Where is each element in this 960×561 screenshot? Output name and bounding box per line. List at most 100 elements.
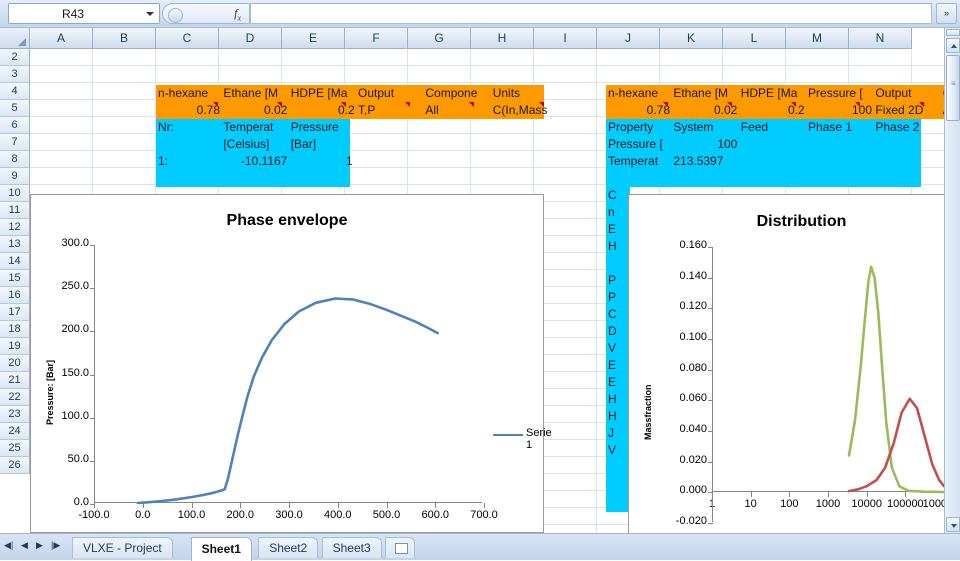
chart-distribution[interactable]: Distribution Massfraction -0.020 0.000 0.0… (628, 194, 960, 533)
side-cell-text: C (608, 188, 617, 202)
row-header-6[interactable]: 6 (0, 117, 30, 134)
row-header-19[interactable]: 19 (0, 338, 30, 355)
row-header-8[interactable]: 8 (0, 151, 30, 168)
row-header-21[interactable]: 21 (0, 372, 30, 389)
side-cell-text: V (608, 443, 617, 457)
x-tick-label: 200.0 (226, 509, 255, 521)
row-header-9[interactable]: 9 (0, 168, 30, 185)
y-tick-label: 0.120 (679, 300, 707, 313)
comment-marker-icon (405, 102, 410, 107)
sheet-tab-vlxe-project[interactable]: VLXE - Project (72, 537, 173, 558)
column-header-K[interactable]: K (660, 28, 723, 49)
side-cell-text: V (608, 341, 617, 355)
expand-formula-bar-button[interactable]: » (936, 3, 957, 24)
row-header-12[interactable]: 12 (0, 219, 30, 236)
new-sheet-icon[interactable] (385, 537, 415, 558)
fx-icon[interactable]: fx (234, 6, 241, 22)
side-cell-text: E (608, 222, 617, 236)
y-tick-label: 250.0 (61, 280, 89, 293)
left-header-row-1: n-hexane Ethane [M HDPE [Ma Output Compo… (158, 86, 521, 100)
column-header-H[interactable]: H (471, 28, 534, 49)
x-tick-label: -100.0 (78, 509, 110, 521)
row-header-15[interactable]: 15 (0, 270, 30, 287)
row-header-14[interactable]: 14 (0, 253, 30, 270)
comment-marker-icon (663, 102, 668, 107)
last-sheet-icon[interactable]: |▶ (51, 540, 60, 551)
cancel-accept-icon[interactable] (168, 8, 183, 23)
x-tick-label: 500.0 (372, 509, 401, 521)
function-wizard-zone[interactable]: fx (162, 3, 250, 24)
x-tick-mark (484, 503, 485, 508)
x-tick-label: 0.0 (135, 509, 151, 521)
y-tick-label: 200.0 (61, 323, 89, 336)
column-header-F[interactable]: F (345, 28, 408, 49)
column-header-I[interactable]: I (534, 28, 597, 49)
y-tick-label: 100.0 (61, 409, 89, 422)
vertical-scrollbar[interactable]: ≡ (944, 28, 960, 533)
chevron-down-icon[interactable] (146, 12, 154, 16)
row-header-25[interactable]: 25 (0, 440, 30, 457)
sheet-tab-sheet3[interactable]: Sheet3 (321, 537, 382, 558)
column-header-J[interactable]: J (597, 28, 660, 49)
row-header-5[interactable]: 5 (0, 100, 30, 117)
comment-marker-icon (539, 102, 544, 107)
right-data-row: Property System Feed Phase 1 Phase 2 (608, 120, 920, 134)
first-sheet-icon[interactable]: ◀| (4, 540, 13, 551)
row-header-4[interactable]: 4 (0, 83, 30, 100)
vertical-scroll-thumb[interactable]: ≡ (946, 55, 960, 121)
row-header-3[interactable]: 3 (0, 66, 30, 83)
column-header-N[interactable]: N (849, 28, 912, 49)
column-header-E[interactable]: E (282, 28, 345, 49)
scroll-down-button[interactable] (946, 517, 960, 532)
row-header-26[interactable]: 26 (0, 457, 30, 474)
side-cell-text: E (608, 375, 617, 389)
chart-phase-envelope[interactable]: Phase envelope Pressure: [Bar] 0.0 50.0 10… (30, 194, 552, 533)
row-header-16[interactable]: 16 (0, 287, 30, 304)
y-tick-label: 0.140 (679, 269, 707, 282)
sheet-tab-sheet2[interactable]: Sheet2 (258, 537, 319, 558)
y-tick-label: -0.020 (675, 515, 707, 527)
sheet-tab-sheet1[interactable]: Sheet1 (190, 537, 252, 561)
worksheet-grid[interactable]: ABCDEFGHIJKLMN 2 3 4 5 6 7 8 9 10 11 12 13 14 15 16 17 1… (0, 28, 960, 533)
row-header-18[interactable]: 18 (0, 321, 30, 338)
row-header-23[interactable]: 23 (0, 406, 30, 423)
column-header-L[interactable]: L (723, 28, 786, 49)
column-header-D[interactable]: D (219, 28, 282, 49)
row-header-20[interactable]: 20 (0, 355, 30, 372)
select-all-corner[interactable] (0, 28, 30, 49)
prev-sheet-icon[interactable]: ◀ (21, 540, 28, 551)
y-tick-label: 0.160 (679, 239, 707, 251)
row-header-13[interactable]: 13 (0, 236, 30, 253)
side-cell-text: E (608, 358, 617, 372)
x-tick-label: 700.0 (470, 509, 498, 521)
comment-marker-icon (727, 102, 732, 107)
y-tick-mark (708, 523, 713, 524)
column-header-B[interactable]: B (93, 28, 156, 49)
column-header-M[interactable]: M (786, 28, 849, 49)
scroll-up-button[interactable] (946, 38, 960, 53)
row-header-7[interactable]: 7 (0, 134, 30, 151)
column-header-G[interactable]: G (408, 28, 471, 49)
side-cell-text: D (608, 324, 617, 338)
side-cell-text: H (608, 239, 617, 253)
next-sheet-icon[interactable]: ▶ (36, 540, 43, 551)
column-header-A[interactable]: A (30, 28, 93, 49)
y-tick-label: 0.040 (679, 423, 707, 435)
name-box[interactable]: R43 (8, 3, 160, 24)
row-header-22[interactable]: 22 (0, 389, 30, 406)
side-cell-text: H (608, 409, 617, 423)
row-header-10[interactable]: 10 (0, 185, 30, 202)
formula-bar: R43 fx » (0, 0, 960, 28)
comment-marker-icon (341, 102, 346, 107)
y-tick-label: 150.0 (61, 366, 89, 379)
row-header-24[interactable]: 24 (0, 423, 30, 440)
sheet-nav-buttons[interactable]: ◀| ◀ ▶ |▶ (4, 538, 68, 556)
row-header-17[interactable]: 17 (0, 304, 30, 321)
row-header-11[interactable]: 11 (0, 202, 30, 219)
name-box-value: R43 (61, 7, 84, 21)
scroll-split-button[interactable] (946, 29, 960, 36)
side-cell-text: C (608, 307, 617, 321)
row-header-2[interactable]: 2 (0, 49, 30, 66)
formula-input[interactable] (250, 3, 932, 24)
column-header-C[interactable]: C (156, 28, 219, 49)
